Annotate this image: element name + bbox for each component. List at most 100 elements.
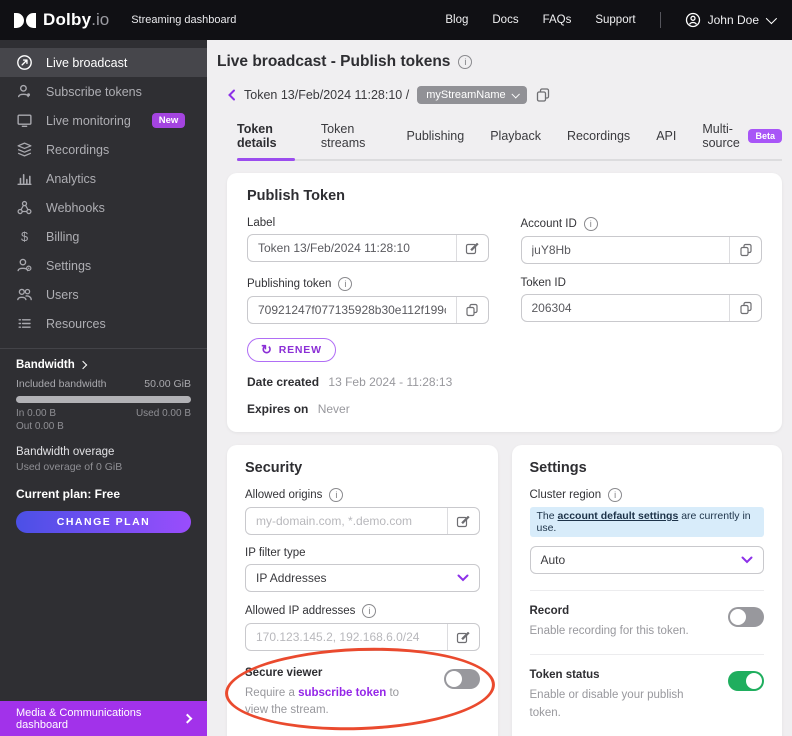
tab-token-details[interactable]: Token details	[237, 116, 295, 161]
publish-token-card: Publish Token Label Account ID	[227, 173, 782, 432]
tab-playback[interactable]: Playback	[490, 116, 541, 159]
list-icon	[16, 315, 33, 332]
sidebar-item-live-monitoring[interactable]: Live monitoring New	[0, 106, 207, 135]
user-avatar-icon	[685, 12, 700, 28]
product-name: Streaming dashboard	[131, 14, 237, 26]
sidebar-item-label: Users	[46, 287, 79, 302]
info-icon[interactable]	[608, 488, 623, 502]
expires-on-label: Expires on	[247, 402, 309, 416]
back-chevron-icon[interactable]	[227, 89, 236, 101]
sidebar-item-live-broadcast[interactable]: Live broadcast	[0, 48, 207, 77]
token-id-input[interactable]	[521, 301, 729, 315]
chevron-down-icon	[741, 556, 753, 564]
sidebar-item-label: Analytics	[46, 171, 97, 186]
renew-button[interactable]: ↻ RENEW	[247, 338, 336, 362]
account-default-settings-link[interactable]: account default settings	[558, 510, 679, 522]
bandwidth-in-value: In 0.00 B	[16, 408, 57, 419]
label-input[interactable]	[248, 241, 456, 255]
copy-icon[interactable]	[455, 297, 488, 323]
svg-text:$: $	[21, 229, 28, 244]
sidebar-item-recordings[interactable]: Recordings	[0, 135, 207, 164]
edit-icon[interactable]	[455, 235, 488, 261]
stream-name-dropdown[interactable]: myStreamName	[417, 86, 527, 104]
tab-api[interactable]: API	[656, 116, 676, 159]
expires-on-value: Never	[317, 402, 350, 416]
top-header: Dolby.io Streaming dashboard Blog Docs F…	[0, 0, 792, 40]
webhook-icon	[16, 199, 33, 216]
info-icon[interactable]	[329, 488, 344, 502]
token-status-toggle[interactable]	[728, 671, 764, 692]
account-id-field: Account ID	[520, 217, 762, 264]
account-id-input[interactable]	[521, 243, 729, 257]
tab-publishing[interactable]: Publishing	[407, 116, 465, 159]
sidebar: Live broadcast Subscribe tokens Live mon…	[0, 40, 207, 736]
user-menu[interactable]: John Doe	[685, 12, 778, 28]
person-gear-icon	[16, 257, 33, 274]
tab-token-streams[interactable]: Token streams	[321, 116, 381, 159]
nav-link-blog[interactable]: Blog	[445, 14, 468, 26]
cluster-region-select[interactable]: Auto	[529, 546, 764, 574]
included-bandwidth-value: 50.00 GiB	[144, 378, 191, 390]
sidebar-item-webhooks[interactable]: Webhooks	[0, 193, 207, 222]
info-icon[interactable]	[583, 217, 598, 231]
dolby-logo[interactable]: Dolby.io	[14, 10, 109, 30]
sidebar-item-label: Webhooks	[46, 200, 105, 215]
broadcast-icon	[16, 54, 33, 71]
sidebar-item-analytics[interactable]: Analytics	[0, 164, 207, 193]
sidebar-item-label: Live broadcast	[46, 55, 128, 70]
token-status-row: Token status Enable or disable your publ…	[529, 655, 764, 736]
app-window: Dolby.io Streaming dashboard Blog Docs F…	[0, 0, 792, 736]
media-communications-dashboard-button[interactable]: Media & Communications dashboard	[0, 701, 207, 736]
publish-token-heading: Publish Token	[247, 188, 346, 204]
allowed-ip-addresses-input[interactable]	[246, 630, 447, 644]
allowed-origins-input[interactable]	[246, 514, 447, 528]
chevron-down-icon	[511, 90, 520, 99]
sidebar-item-label: Settings	[46, 258, 92, 273]
security-card: Security Allowed origins IP filter type …	[227, 445, 498, 736]
record-toggle[interactable]	[728, 607, 764, 627]
copy-icon[interactable]	[729, 237, 761, 263]
secure-viewer-toggle[interactable]	[443, 669, 480, 689]
sidebar-item-users[interactable]: Users	[0, 280, 207, 309]
bandwidth-overage-detail: Used overage of 0 GiB	[16, 461, 123, 473]
sidebar-item-label: Subscribe tokens	[46, 84, 142, 99]
bandwidth-overage-title: Bandwidth overage	[16, 446, 115, 458]
nav-link-faqs[interactable]: FAQs	[543, 14, 572, 26]
sidebar-item-label: Resources	[46, 316, 106, 331]
new-badge: New	[151, 113, 186, 128]
sidebar-item-label: Recordings	[46, 142, 110, 157]
edit-icon[interactable]	[446, 624, 479, 650]
sidebar-item-resources[interactable]: Resources	[0, 309, 207, 338]
edit-icon[interactable]	[446, 508, 479, 534]
tab-bar: Token details Token streams Publishing P…	[237, 116, 782, 161]
change-plan-button[interactable]: CHANGE PLAN	[16, 511, 191, 533]
ip-filter-type-select[interactable]: IP Addresses	[245, 564, 480, 592]
current-plan-label: Current plan: Free	[16, 487, 121, 501]
sidebar-item-subscribe-tokens[interactable]: Subscribe tokens	[0, 77, 207, 106]
publishing-token-field: Publishing token	[247, 277, 489, 324]
publishing-token-input[interactable]	[248, 303, 456, 317]
secure-viewer-row: Secure viewer Require a subscribe token …	[245, 667, 480, 720]
info-icon[interactable]	[362, 604, 377, 618]
dollar-icon: $	[16, 228, 33, 245]
tab-multi-source[interactable]: Multi-source Beta	[702, 116, 782, 159]
nav-link-support[interactable]: Support	[595, 14, 635, 26]
tab-recordings[interactable]: Recordings	[567, 116, 630, 159]
user-name: John Doe	[707, 13, 759, 27]
settings-heading: Settings	[529, 460, 587, 476]
bandwidth-used-value: Used 0.00 B	[135, 408, 191, 419]
nav-link-docs[interactable]: Docs	[492, 14, 518, 26]
sidebar-item-settings[interactable]: Settings	[0, 251, 207, 280]
sidebar-item-label: Billing	[46, 229, 80, 244]
bandwidth-title[interactable]: Bandwidth	[16, 359, 191, 371]
copy-icon[interactable]	[729, 295, 761, 321]
info-icon[interactable]	[458, 55, 473, 69]
bar-chart-icon	[16, 170, 33, 187]
brand-name: Dolby.io	[43, 10, 110, 29]
info-icon[interactable]	[338, 277, 353, 291]
subscribe-token-link[interactable]: subscribe token	[298, 687, 386, 699]
sidebar-item-billing[interactable]: $ Billing	[0, 222, 207, 251]
date-created-value: 13 Feb 2024 - 11:28:13	[328, 375, 453, 389]
copy-icon[interactable]	[535, 87, 551, 103]
token-id-field: Token ID	[520, 277, 762, 324]
